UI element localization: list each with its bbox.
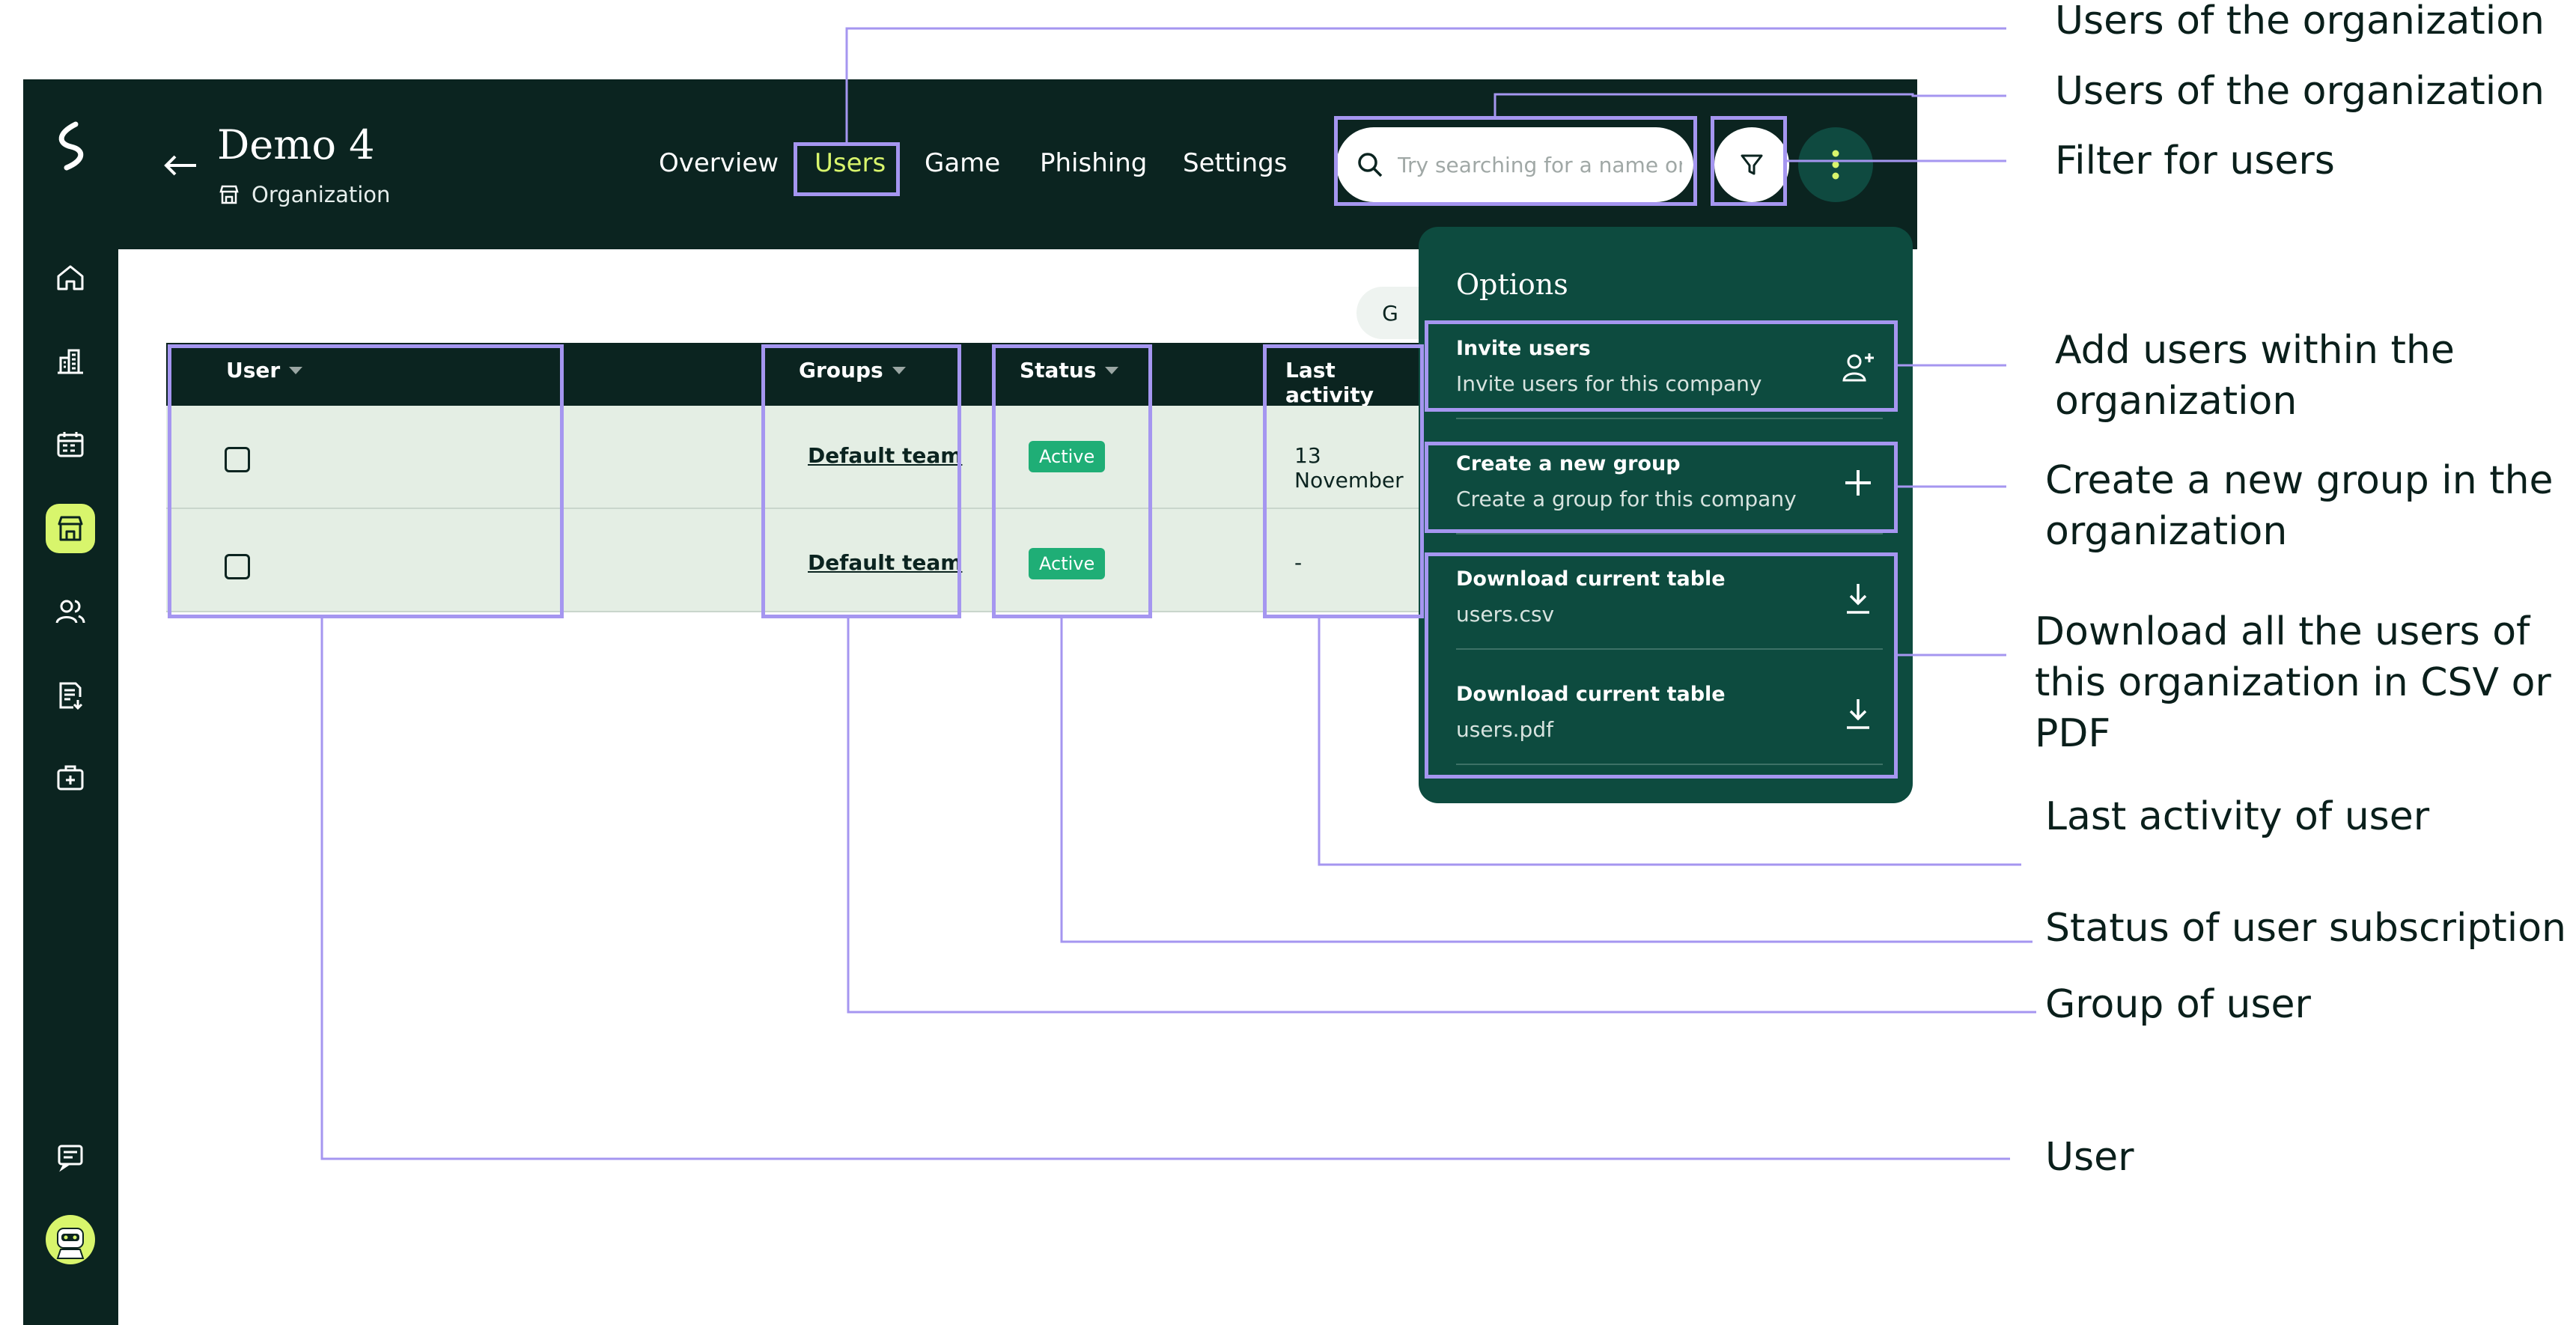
annotation-group: Group of user <box>2045 982 2311 1027</box>
annotation-create-group: Create a new group in the organization <box>2045 458 2554 554</box>
annotation-users-tab: Users of the organization <box>2055 0 2545 43</box>
annotation-search: Users of the organization <box>2055 69 2545 114</box>
annotation-status: Status of user subscription <box>2045 906 2567 951</box>
annotation-last-activity: Last activity of user <box>2045 794 2430 839</box>
annotation-user: User <box>2045 1135 2134 1180</box>
annotation-download: Download all the users of this organizat… <box>2035 609 2551 756</box>
annotation-invite: Add users within the organization <box>2055 328 2455 424</box>
annotation-filter: Filter for users <box>2055 138 2335 183</box>
